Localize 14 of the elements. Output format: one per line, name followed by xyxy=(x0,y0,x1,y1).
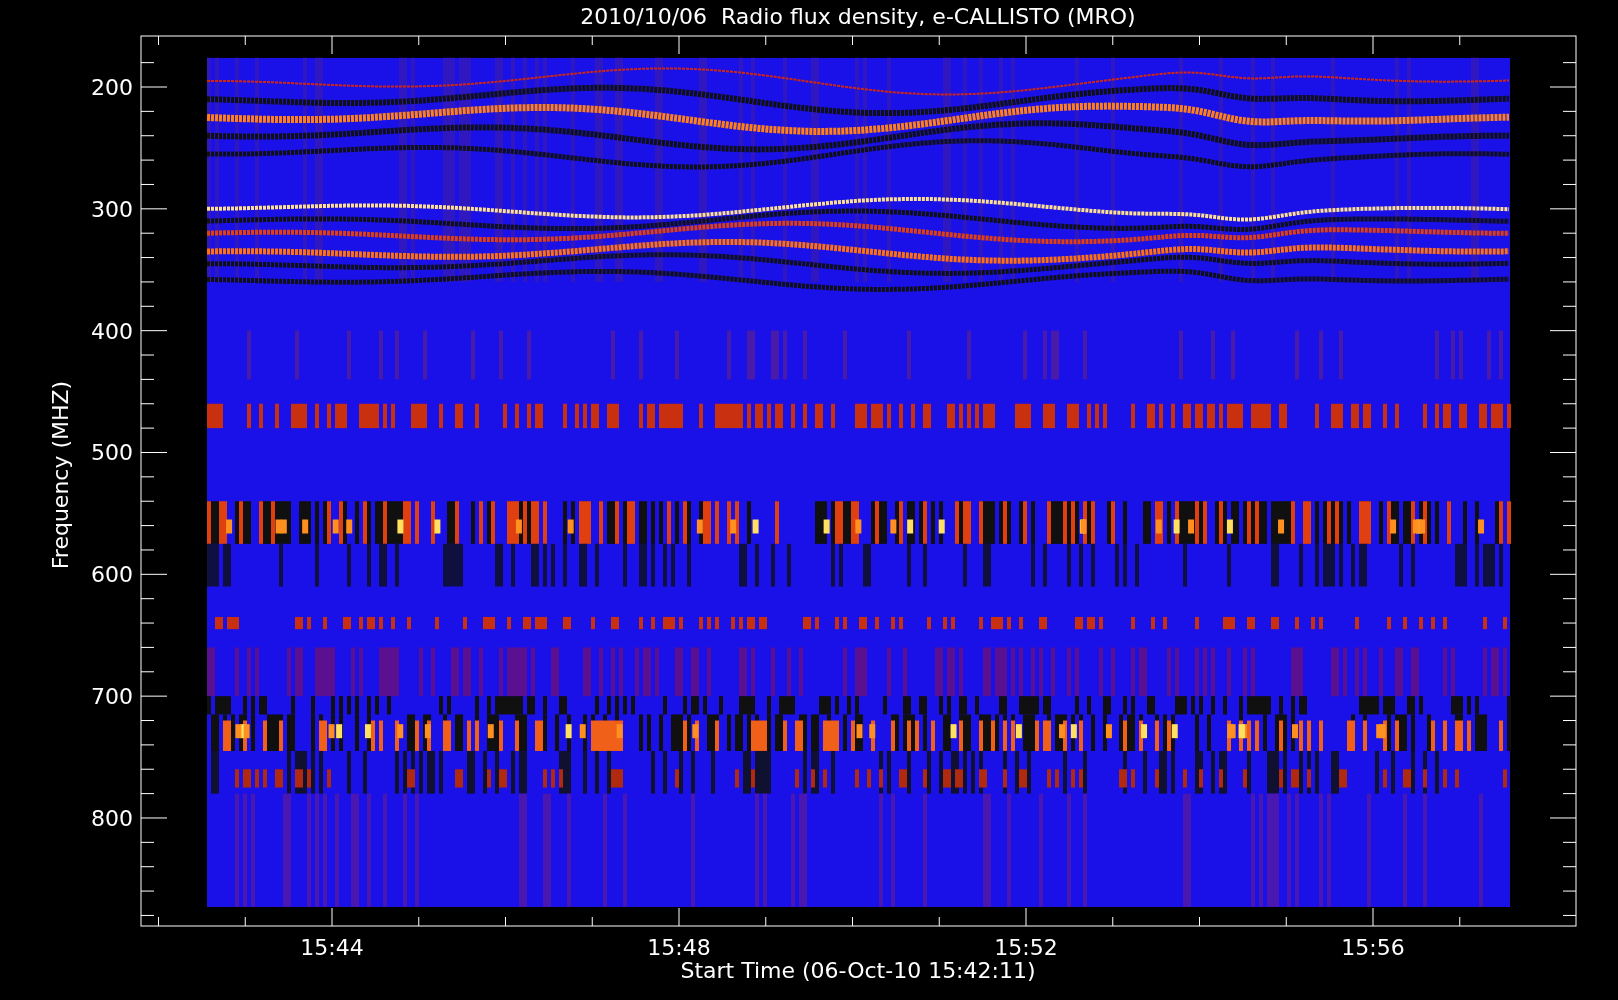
chart-title: 2010/10/06 Radio flux density, e-CALLISTO (MRO) xyxy=(580,4,1136,29)
axis-tick-label: 200 xyxy=(91,75,133,100)
axis-tick-label: 300 xyxy=(91,196,133,222)
axis-tick-label: 800 xyxy=(91,806,133,831)
axis-tick-label: 15:48 xyxy=(647,935,711,960)
axis-tick-label: 15:44 xyxy=(300,935,364,960)
axis-tick-label: 700 xyxy=(91,684,133,710)
axis-tick-label: 500 xyxy=(91,440,133,466)
axis-title: Start Time (06-Oct-10 15:42:11) xyxy=(680,958,1036,983)
axis-title: Frequency (MHZ) xyxy=(48,380,73,570)
axis-tick-label: 15:52 xyxy=(994,935,1058,960)
axis-tick-label: 600 xyxy=(91,562,133,588)
axis-tick-label: 400 xyxy=(91,318,133,344)
axis-tick-label: 15:56 xyxy=(1341,935,1405,960)
